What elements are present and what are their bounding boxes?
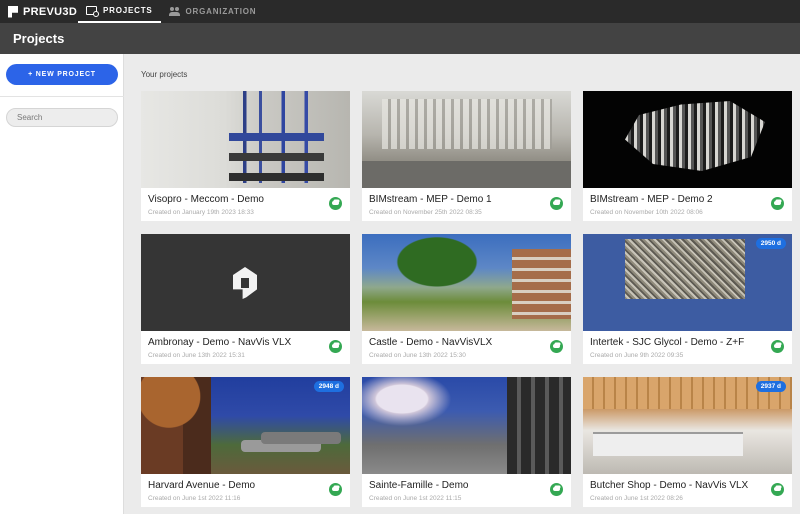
project-date: Created on November 25th 2022 08:35: [369, 209, 482, 216]
project-card[interactable]: Ambronay - Demo - NavVis VLX Created on …: [141, 234, 350, 364]
project-card[interactable]: BIMstream - MEP - Demo 2 Created on Nove…: [583, 91, 792, 221]
project-date: Created on June 13th 2022 15:31: [148, 352, 245, 359]
project-date: Created on June 13th 2022 15:30: [369, 352, 466, 359]
project-card[interactable]: 2937 d Sainte-Famille - Demo Created on …: [362, 377, 571, 507]
project-thumbnail[interactable]: 2937 d: [362, 377, 571, 474]
section-label: Your projects: [141, 70, 188, 79]
project-date: Created on June 1st 2022 11:16: [148, 495, 241, 502]
tab-organization[interactable]: ORGANIZATION: [161, 0, 265, 23]
project-thumbnail[interactable]: 2950 d: [583, 234, 792, 331]
project-title: Butcher Shop - Demo - NavVis VLX: [590, 480, 749, 491]
cloud-icon: [771, 483, 784, 496]
project-title: Ambronay - Demo - NavVis VLX: [148, 337, 292, 348]
project-date: Created on June 1st 2022 08:26: [590, 495, 683, 502]
sidebar: + NEW PROJECT: [0, 54, 124, 514]
people-icon: [168, 7, 180, 16]
sidebar-divider: [0, 96, 124, 97]
new-project-button[interactable]: + NEW PROJECT: [6, 64, 118, 85]
page-header: Projects: [0, 23, 800, 54]
project-card[interactable]: Visopro - Meccom - Demo Created on Janua…: [141, 91, 350, 221]
days-remaining-badge: 2948 d: [313, 381, 344, 392]
cloud-icon: [329, 340, 342, 353]
project-thumbnail[interactable]: [141, 91, 350, 188]
cloud-icon: [771, 197, 784, 210]
tab-projects-label: PROJECTS: [103, 6, 153, 15]
cloud-icon: [329, 197, 342, 210]
brand-name: PREVU3D: [23, 5, 78, 18]
cloud-icon: [771, 340, 784, 353]
project-title: BIMstream - MEP - Demo 1: [369, 194, 492, 205]
project-card[interactable]: 2948 d Harvard Avenue - Demo Created on …: [141, 377, 350, 507]
project-thumbnail[interactable]: [362, 234, 571, 331]
brand[interactable]: PREVU3D: [0, 6, 78, 18]
projects-area: Your projects Visopro - Meccom - Demo Cr…: [125, 54, 800, 514]
project-card[interactable]: 2937 d Butcher Shop - Demo - NavVis VLX …: [583, 377, 792, 507]
project-date: Created on June 1st 2022 11:15: [369, 495, 462, 502]
top-navigation-bar: PREVU3D PROJECTS ORGANIZATION: [0, 0, 800, 23]
project-thumbnail[interactable]: [141, 234, 350, 331]
project-thumbnail[interactable]: [362, 91, 571, 188]
cloud-icon: [329, 483, 342, 496]
project-thumbnail[interactable]: 2937 d: [583, 377, 792, 474]
project-title: Visopro - Meccom - Demo: [148, 194, 264, 205]
days-remaining-badge: 2950 d: [755, 238, 786, 249]
days-remaining-badge: 2937 d: [755, 381, 786, 392]
project-date: Created on November 10th 2022 08:06: [590, 209, 703, 216]
days-remaining-badge: 2937 d: [534, 381, 565, 392]
project-title: Castle - Demo - NavVisVLX: [369, 337, 493, 348]
search-input[interactable]: [6, 108, 118, 127]
project-thumbnail[interactable]: 2948 d: [141, 377, 350, 474]
project-card[interactable]: BIMstream - MEP - Demo 1 Created on Nove…: [362, 91, 571, 221]
project-card[interactable]: 2950 d Intertek - SJC Glycol - Demo - Z+…: [583, 234, 792, 364]
project-title: Intertek - SJC Glycol - Demo - Z+F: [590, 337, 745, 348]
project-thumbnail[interactable]: [583, 91, 792, 188]
project-title: Harvard Avenue - Demo: [148, 480, 256, 491]
cloud-icon: [550, 197, 563, 210]
page-title: Projects: [13, 31, 65, 46]
folder-icon: [86, 6, 99, 17]
project-date: Created on January 19th 2023 18:33: [148, 209, 254, 216]
project-title: BIMstream - MEP - Demo 2: [590, 194, 713, 205]
tab-projects[interactable]: PROJECTS: [78, 0, 161, 23]
prevu3d-logo-icon: [8, 6, 18, 18]
cloud-icon: [550, 340, 563, 353]
tab-organization-label: ORGANIZATION: [185, 7, 257, 16]
cloud-icon: [550, 483, 563, 496]
project-title: Sainte-Famille - Demo: [369, 480, 469, 491]
project-date: Created on June 9th 2022 09:35: [590, 352, 684, 359]
project-card[interactable]: Castle - Demo - NavVisVLX Created on Jun…: [362, 234, 571, 364]
